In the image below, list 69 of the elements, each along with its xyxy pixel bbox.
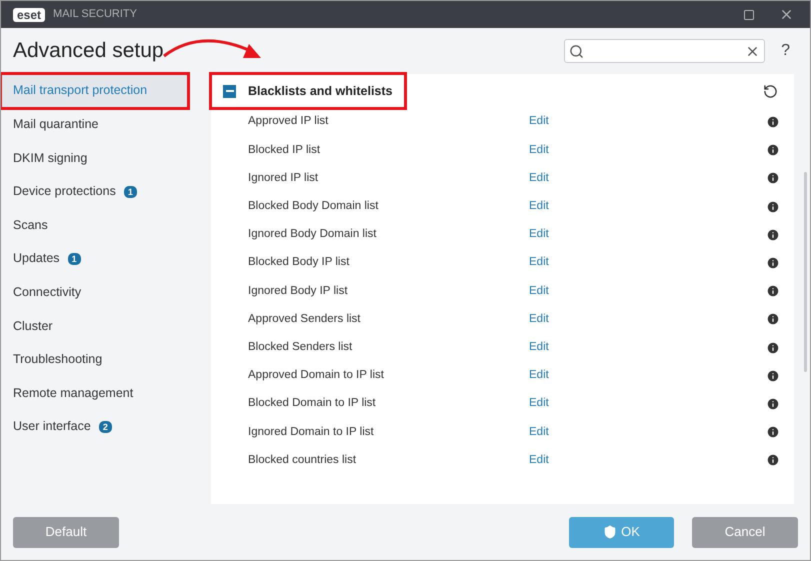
section-header[interactable]: Blacklists and whitelists	[211, 74, 404, 108]
revert-icon[interactable]	[763, 84, 778, 98]
collapse-icon[interactable]	[223, 84, 236, 98]
search-icon	[569, 44, 584, 58]
close-icon[interactable]	[779, 7, 794, 22]
sidebar-item[interactable]: Cluster	[1, 309, 188, 343]
setting-label: Blocked IP list	[248, 142, 322, 158]
sidebar-item[interactable]: Updates 1	[1, 242, 188, 276]
info-icon[interactable]	[766, 312, 780, 326]
info-icon[interactable]	[766, 453, 780, 468]
info-icon[interactable]	[766, 200, 780, 214]
edit-link[interactable]: Edit	[529, 452, 549, 469]
edit-link[interactable]: Edit	[529, 142, 549, 159]
edit-link[interactable]: Edit	[529, 170, 549, 188]
shield-icon	[603, 525, 618, 539]
edit-link[interactable]: Edit	[529, 254, 549, 272]
edit-link[interactable]: Edit	[529, 338, 549, 356]
setting-label: Approved Senders list	[248, 312, 362, 327]
edit-link[interactable]: Edit	[529, 198, 549, 216]
logo: eset	[13, 8, 46, 22]
sidebar-item[interactable]: Mail quarantine	[1, 108, 188, 142]
info-icon[interactable]	[766, 284, 780, 298]
info-icon[interactable]	[766, 143, 780, 158]
setting-label: Approved IP list	[248, 114, 330, 130]
setting-label: Blocked Domain to IP list	[248, 396, 377, 412]
edit-link[interactable]: Edit	[529, 226, 549, 244]
sidebar-item[interactable]: User interface 2	[1, 410, 188, 444]
setting-label: Ignored Body IP list	[248, 284, 349, 299]
info-icon[interactable]	[766, 228, 780, 242]
maximize-icon[interactable]	[743, 8, 755, 20]
setting-label: Ignored IP list	[248, 170, 320, 186]
count-badge: 1	[124, 186, 137, 198]
setting-label: Ignored Body Domain list	[248, 227, 378, 242]
info-icon[interactable]	[766, 171, 780, 186]
info-icon[interactable]	[766, 396, 780, 411]
sidebar-item[interactable]: DKIM signing	[1, 141, 188, 175]
edit-link[interactable]: Edit	[529, 424, 549, 441]
edit-link[interactable]: Edit	[529, 395, 549, 413]
edit-link[interactable]: Edit	[529, 113, 549, 131]
sidebar-item[interactable]: Device protections 1	[1, 174, 188, 208]
setting-label: Blocked Body IP list	[248, 255, 350, 270]
help-button[interactable]: ?	[781, 39, 790, 63]
sidebar-item[interactable]: Connectivity	[1, 276, 188, 310]
page-title: Advanced setup	[13, 38, 164, 64]
info-icon[interactable]	[766, 340, 780, 355]
info-icon[interactable]	[766, 425, 780, 440]
setting-label: Blocked countries list	[248, 452, 358, 468]
sidebar-item[interactable]: Mail transport protection	[1, 74, 188, 108]
setting-label: Ignored Domain to IP list	[248, 424, 375, 440]
setting-label: Blocked Senders list	[248, 340, 354, 355]
sidebar-item[interactable]: Troubleshooting	[1, 342, 188, 376]
edit-link[interactable]: Edit	[529, 282, 549, 300]
info-icon[interactable]	[766, 256, 780, 270]
sidebar-item[interactable]: Remote management	[1, 376, 188, 410]
cancel-button[interactable]: Cancel	[692, 516, 798, 548]
edit-link[interactable]: Edit	[529, 310, 549, 328]
scrollbar[interactable]	[804, 172, 807, 372]
default-button[interactable]: Default	[13, 516, 119, 548]
sidebar-item[interactable]: Scans	[1, 208, 188, 242]
window-title: MAIL SECURITY	[53, 7, 137, 22]
setting-label: Approved Domain to IP list	[248, 368, 385, 384]
setting-label: Blocked Body Domain list	[248, 199, 380, 214]
search-field[interactable]	[564, 39, 766, 63]
info-icon[interactable]	[766, 115, 780, 130]
info-icon[interactable]	[766, 368, 780, 383]
count-badge: 1	[68, 252, 81, 265]
count-badge: 2	[98, 420, 112, 433]
ok-button[interactable]: OK	[569, 516, 674, 548]
edit-link[interactable]: Edit	[529, 367, 549, 384]
